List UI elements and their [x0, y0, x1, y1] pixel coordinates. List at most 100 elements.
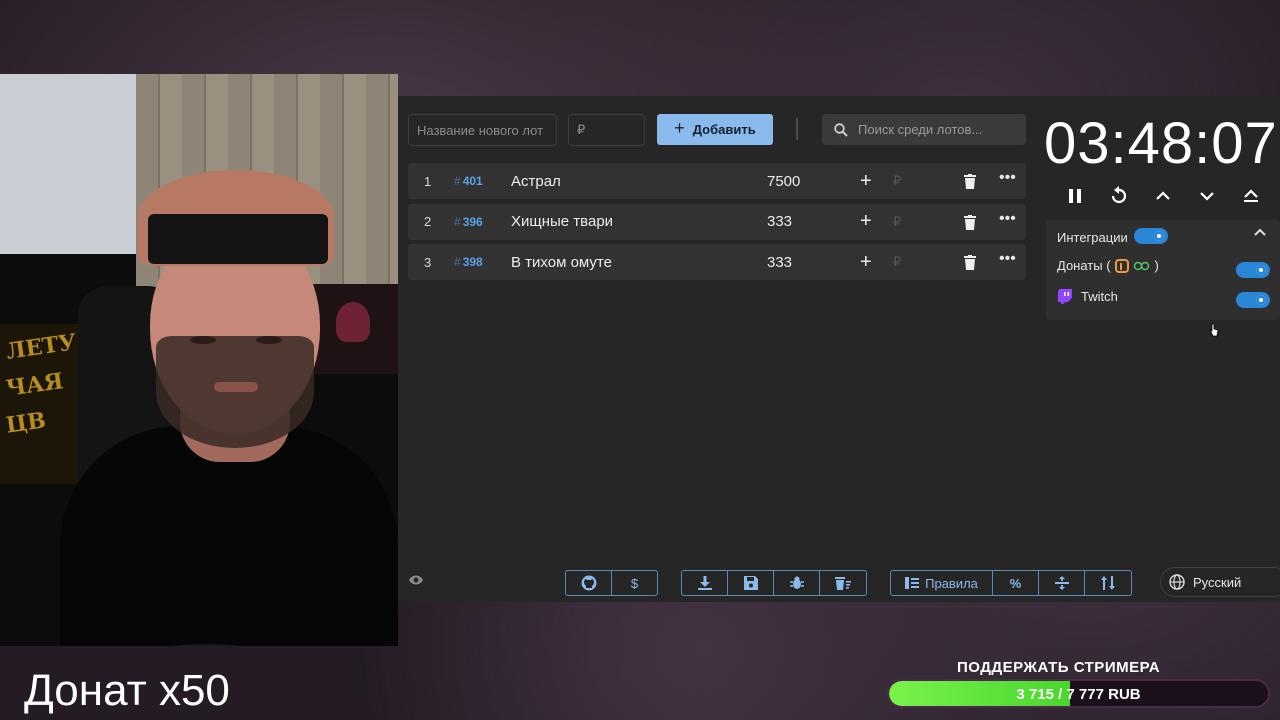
donations-label: Донаты ( [1057, 258, 1111, 273]
lot-id[interactable]: #396 [454, 215, 483, 229]
subtract-time-button[interactable] [1195, 184, 1219, 208]
split-icon [1054, 576, 1069, 590]
add-lot-label: Добавить [692, 122, 756, 137]
search-placeholder: Поиск среди лотов... [858, 122, 983, 137]
lot-amount[interactable]: 333 [767, 213, 792, 230]
donations-label-close: ) [1154, 258, 1159, 273]
lot-name[interactable]: Астрал [511, 173, 561, 190]
trash-icon[interactable] [963, 174, 977, 189]
lot-amount[interactable]: 333 [767, 254, 792, 271]
pause-button[interactable] [1063, 184, 1087, 208]
lot-id-value: 398 [462, 255, 483, 269]
lot-row: 1 #401 Астрал 7500 + ₽ ••• [408, 163, 1026, 199]
lots-list: 1 #401 Астрал 7500 + ₽ ••• 2 #396 Хищные… [408, 163, 1026, 285]
webcam-figurine [336, 302, 370, 342]
sort-icon [1101, 576, 1115, 590]
download-icon [697, 576, 712, 590]
hash-icon: # [454, 214, 461, 229]
donation-goal-label: 3 715 / 7 777 RUB [1016, 686, 1141, 703]
auction-app: Название нового лот ₽ + Добавить Поиск с… [398, 96, 1280, 602]
chevron-up-icon [1156, 191, 1170, 200]
new-lot-price-input[interactable]: ₽ [568, 114, 645, 146]
donate-dollar-button[interactable]: $ [612, 571, 657, 595]
webcam-wall [0, 74, 140, 254]
donationalerts-icon [1114, 258, 1129, 273]
percent-icon: % [1009, 575, 1022, 591]
save-button[interactable] [728, 571, 774, 595]
add-lot-button[interactable]: + Добавить [657, 114, 773, 145]
add-amount-button[interactable]: + [860, 251, 872, 274]
lot-number: 1 [424, 173, 432, 189]
more-options-icon[interactable]: ••• [999, 210, 1016, 228]
bug-icon [789, 576, 804, 589]
lot-name[interactable]: В тихом омуте [511, 254, 612, 271]
lot-row: 2 #396 Хищные твари 333 + ₽ ••• [408, 203, 1026, 240]
twitch-integration: Twitch [1057, 288, 1118, 304]
hash-icon: # [454, 255, 461, 269]
double-time-button[interactable] [1239, 184, 1263, 208]
download-button[interactable] [682, 571, 728, 595]
chevron-down-icon [1200, 192, 1214, 201]
globe-icon [1169, 574, 1185, 590]
mouse-cursor-icon [1209, 323, 1219, 337]
eye-icon[interactable] [408, 574, 424, 586]
lot-id[interactable]: #401 [454, 174, 483, 188]
integrations-toggle[interactable] [1134, 228, 1168, 244]
links-button-group: $ [565, 570, 658, 596]
new-lot-price-placeholder: ₽ [577, 122, 586, 137]
webcam-person-beard [156, 336, 314, 448]
chevron-up-icon[interactable] [1254, 228, 1266, 236]
support-streamer-title: ПОДДЕРЖАТЬ СТРИМЕРА [957, 659, 1161, 676]
rules-icon [905, 577, 920, 589]
new-lot-name-input[interactable]: Название нового лот [408, 114, 557, 146]
twitch-label: Twitch [1081, 288, 1118, 304]
split-button[interactable] [1039, 571, 1085, 595]
language-select[interactable]: Русский [1160, 567, 1280, 597]
more-options-icon[interactable]: ••• [999, 250, 1016, 268]
rub-icon: ₽ [893, 173, 902, 188]
file-button-group [681, 570, 867, 596]
more-options-icon[interactable]: ••• [999, 169, 1016, 187]
webcam-person-eye [190, 336, 216, 344]
rub-icon: ₽ [893, 213, 902, 229]
clear-lots-button[interactable] [820, 571, 866, 595]
search-input[interactable]: Поиск среди лотов... [822, 114, 1026, 145]
dollar-icon: $ [630, 575, 639, 591]
donate-multiplier-text: Донат х50 [24, 666, 230, 715]
sort-button[interactable] [1085, 571, 1131, 595]
trash-icon[interactable] [963, 214, 977, 230]
reset-icon [1111, 186, 1127, 204]
github-button[interactable] [566, 571, 612, 595]
delete-sweep-icon [835, 577, 851, 590]
hash-icon: # [454, 174, 461, 188]
lot-id-value: 396 [462, 214, 483, 229]
rules-button[interactable]: Правила [891, 571, 993, 595]
toolbar-divider [796, 118, 798, 140]
donations-toggle[interactable] [1236, 262, 1270, 278]
lot-number: 2 [424, 214, 432, 229]
settings-button-group: Правила % [890, 570, 1132, 596]
new-lot-name-placeholder: Название нового лот [417, 122, 544, 138]
lot-name[interactable]: Хищные твари [511, 213, 613, 230]
reset-timer-button[interactable] [1107, 184, 1131, 208]
percent-button[interactable]: % [993, 571, 1039, 595]
lot-row: 3 #398 В тихом омуте 333 + ₽ ••• [408, 244, 1026, 280]
donation-goal-progress: 3 715 / 7 777 RUB [887, 679, 1270, 708]
lot-id[interactable]: #398 [454, 255, 483, 269]
donations-integration: Донаты ( ) [1057, 258, 1159, 273]
add-time-button[interactable] [1151, 184, 1175, 208]
integrations-panel: Интеграции Донаты ( ) Twitch [1046, 220, 1280, 320]
twitch-toggle[interactable] [1236, 292, 1270, 308]
github-icon [581, 575, 596, 591]
plus-icon: + [674, 118, 685, 138]
add-amount-button[interactable]: + [860, 170, 872, 193]
bug-report-button[interactable] [774, 571, 820, 595]
add-amount-button[interactable]: + [860, 210, 872, 233]
pause-icon [1069, 189, 1081, 203]
webcam-person-eye [256, 336, 282, 344]
lot-amount[interactable]: 7500 [767, 173, 800, 190]
timer-display: 03:48:07 [1044, 111, 1278, 176]
webcam-person-mouth [214, 382, 258, 392]
trash-icon[interactable] [963, 255, 977, 270]
search-icon [834, 122, 848, 137]
